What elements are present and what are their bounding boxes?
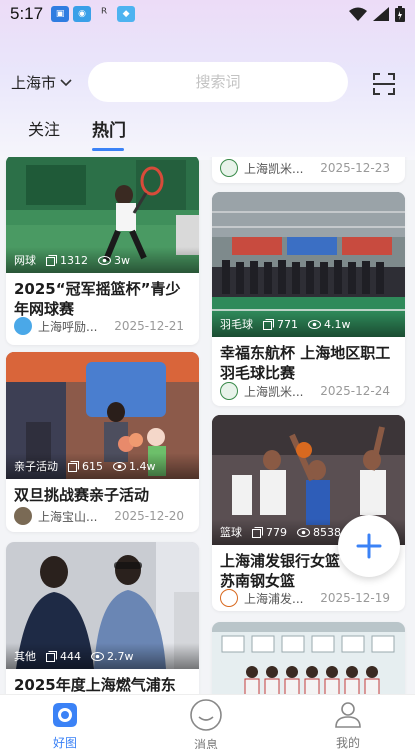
nav-item-gallery[interactable]: 好图 <box>25 699 105 749</box>
image-overlay: 羽毛球 771 4.1w <box>212 311 405 337</box>
album-cover-image: 亲子活动 615 1.4w <box>6 352 199 479</box>
album-date: 2025-12-20 <box>114 509 184 523</box>
nav-item-messages[interactable]: 消息 <box>166 699 246 749</box>
photo-count: 444 <box>46 650 81 663</box>
album-meta: 上海浦发... 2025-12-19 <box>220 589 400 607</box>
album-title: 双旦挑战赛亲子活动 <box>14 486 150 504</box>
album-date: 2025-12-21 <box>114 319 184 333</box>
album-date: 2025-12-23 <box>320 161 390 175</box>
city-label: 上海市 <box>11 74 57 92</box>
tab-follow[interactable]: 关注 <box>28 116 60 140</box>
tab-indicator <box>92 148 124 151</box>
album-card[interactable]: 亲子活动 615 1.4w 双旦挑战赛亲子活动 上海宝山... 2025-12-… <box>6 352 199 532</box>
eye-icon <box>91 651 104 661</box>
album-meta: 上海凯米... 2025-12-24 <box>220 382 400 400</box>
category-tag: 羽毛球 <box>220 318 253 331</box>
camera-icon <box>53 703 77 727</box>
view-count: 8538 <box>297 526 341 539</box>
author-avatar <box>14 507 32 525</box>
app-notification-icon: ▣ <box>51 6 70 22</box>
tab-popular[interactable]: 热门 <box>92 116 126 141</box>
album-card[interactable]: 羽毛球 771 4.1w 幸福东航杯 上海地区职工羽毛球比赛 上海凯米... 2… <box>212 192 405 406</box>
photos-icon <box>68 460 79 472</box>
album-card[interactable]: 篮球 779 8538 上海浦发银行女篮 VS 江苏南钢女篮 上海浦发... 2… <box>212 415 405 611</box>
author-name: 上海浦发... <box>244 591 304 606</box>
app-notification-icon: ◉ <box>73 6 92 22</box>
nav-item-profile[interactable]: 我的 <box>308 699 388 749</box>
image-overlay: 亲子活动 615 1.4w <box>6 453 199 479</box>
category-tag: 网球 <box>14 254 36 267</box>
photos-icon <box>263 318 274 330</box>
album-card[interactable] <box>212 622 405 694</box>
album-card[interactable]: 上海凯米... 2025-12-23 <box>212 157 405 183</box>
photo-feed[interactable]: 网球 1312 3w 2025“冠军摇篮杯”青少年网球赛 上海呼励... 202… <box>0 157 415 694</box>
photo-count: 779 <box>252 526 287 539</box>
plus-icon <box>356 533 382 559</box>
search-row: 上海市 搜索词 <box>0 62 415 104</box>
message-icon <box>190 699 222 731</box>
album-cover-image: 羽毛球 771 4.1w <box>212 192 405 337</box>
photos-icon <box>252 526 263 538</box>
app-notification-icon: ᴿ <box>101 6 108 22</box>
search-input[interactable]: 搜索词 <box>88 62 348 102</box>
city-selector[interactable]: 上海市 <box>11 72 72 93</box>
status-time: 5:17 <box>10 4 44 23</box>
view-count: 3w <box>98 254 130 267</box>
author-avatar <box>220 589 238 607</box>
author-name: 上海宝山... <box>38 509 98 524</box>
photo-count: 771 <box>263 318 298 331</box>
album-meta: 上海宝山... 2025-12-20 <box>14 507 194 525</box>
view-count: 1.4w <box>113 460 156 473</box>
album-card[interactable]: 其他 444 2.7w 2025年度上海燃气浦东 <box>6 542 199 694</box>
album-title: 2025“冠军摇篮杯”青少年网球赛 <box>14 280 181 318</box>
image-overlay: 其他 444 2.7w <box>6 643 199 669</box>
author-avatar <box>220 159 238 177</box>
category-tag: 篮球 <box>220 526 242 539</box>
chevron-down-icon <box>60 78 72 86</box>
view-count: 4.1w <box>308 318 351 331</box>
eye-icon <box>308 319 321 329</box>
category-tag: 其他 <box>14 650 36 663</box>
app-notification-icon: ◆ <box>117 6 136 22</box>
feed-tabs: 关注 热门 <box>0 112 415 152</box>
photo-count: 1312 <box>46 254 88 267</box>
image-overlay: 网球 1312 3w <box>6 247 199 273</box>
user-icon <box>335 702 361 728</box>
album-meta: 上海凯米... 2025-12-23 <box>220 159 400 177</box>
author-name: 上海凯米... <box>244 384 304 399</box>
album-title: 幸福东航杯 上海地区职工羽毛球比赛 <box>220 344 391 382</box>
battery-icon <box>395 6 405 22</box>
bottom-navigation: 好图 消息 我的 <box>0 694 415 749</box>
eye-icon <box>113 461 126 471</box>
album-card[interactable]: 网球 1312 3w 2025“冠军摇篮杯”青少年网球赛 上海呼励... 202… <box>6 157 199 345</box>
album-meta: 上海呼励... 2025-12-21 <box>14 317 194 335</box>
add-album-button[interactable] <box>338 515 400 577</box>
album-cover-image: 网球 1312 3w <box>6 157 199 273</box>
status-bar: 5:17 ▣ ◉ ᴿ ◆ <box>0 0 415 28</box>
author-avatar <box>220 382 238 400</box>
author-name: 上海呼励... <box>38 319 98 334</box>
album-cover-image: 其他 444 2.7w <box>6 542 199 669</box>
signal-icon <box>373 7 389 21</box>
notification-icons: ▣ ◉ ᴿ ◆ <box>51 6 136 22</box>
photos-icon <box>46 254 57 266</box>
photos-icon <box>46 650 57 662</box>
photo-count: 615 <box>68 460 103 473</box>
author-name: 上海凯米... <box>244 161 304 176</box>
wifi-icon <box>349 7 367 21</box>
album-cover-image <box>212 622 405 694</box>
eye-icon <box>98 255 111 265</box>
scan-icon[interactable] <box>372 72 396 96</box>
author-avatar <box>14 317 32 335</box>
eye-icon <box>297 527 310 537</box>
album-title: 2025年度上海燃气浦东 <box>14 676 176 694</box>
category-tag: 亲子活动 <box>14 460 58 473</box>
view-count: 2.7w <box>91 650 134 663</box>
album-date: 2025-12-19 <box>320 591 390 605</box>
album-date: 2025-12-24 <box>320 384 390 398</box>
